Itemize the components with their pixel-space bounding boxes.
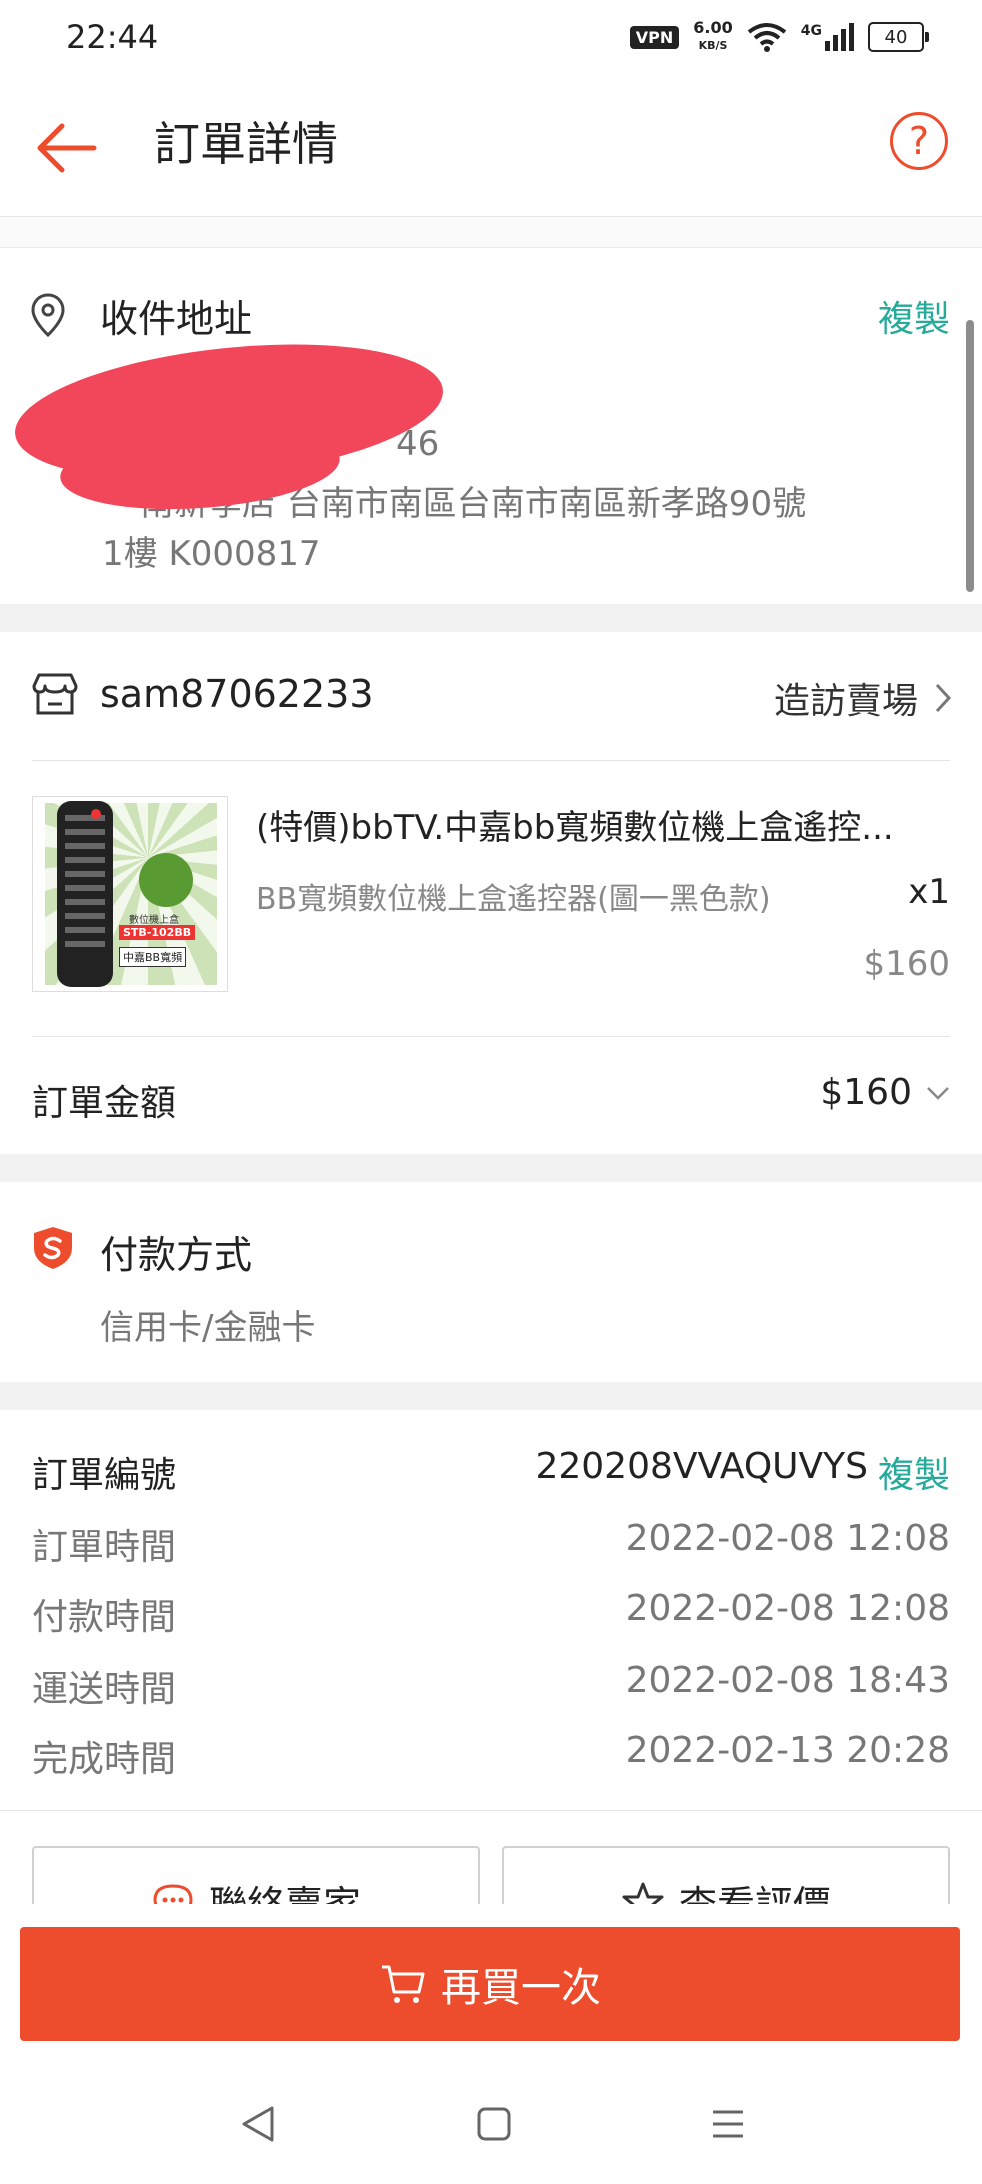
- product-variation: BB寬頻數位機上盒遙控器(圖一黑色款): [256, 882, 771, 917]
- product-image-box: 中嘉BB寬頻: [119, 947, 187, 967]
- status-bar: 22:44 VPN 6.00 KB/S 4G 40: [0, 0, 982, 78]
- buy-again-button[interactable]: 再買一次: [20, 1927, 960, 2041]
- network-speed: 6.00 KB/S: [693, 20, 732, 54]
- shipping-time-value: 2022-02-08 18:43: [625, 1660, 950, 1701]
- green-ball: [139, 853, 193, 907]
- location-pin-icon: [31, 293, 65, 338]
- shopee-guarantee-icon: [34, 1227, 72, 1269]
- completion-time-value: 2022-02-13 20:28: [625, 1730, 950, 1771]
- order-number-label: 訂單編號: [32, 1455, 177, 1496]
- status-time: 22:44: [66, 18, 159, 56]
- address-card: 收件地址 複製 46 南新孝店 台南市南區台南市南區新孝路90號 1樓 K000…: [0, 248, 982, 604]
- shop-icon: [32, 673, 78, 715]
- chevron-down-icon: [927, 1086, 949, 1100]
- header-shadow: [0, 217, 982, 248]
- address-copy-button[interactable]: 複製: [878, 290, 950, 342]
- help-icon[interactable]: ?: [890, 112, 948, 170]
- vpn-badge: VPN: [629, 25, 680, 49]
- speed-unit: KB/S: [698, 39, 728, 52]
- product-title[interactable]: (特價)bbTV.中嘉bb寬頻數位機上盒遙控...: [256, 800, 952, 849]
- status-icons: VPN 6.00 KB/S 4G 40: [629, 20, 929, 54]
- order-number-copy-button[interactable]: 複製: [878, 1446, 950, 1498]
- back-arrow-icon[interactable]: [34, 118, 98, 178]
- speed-value: 6.00: [693, 18, 733, 37]
- order-info-divider: [0, 1810, 982, 1811]
- order-time-label: 訂單時間: [32, 1527, 177, 1568]
- app-header: 訂單詳情 ?: [0, 78, 982, 217]
- product-image-label-top: 數位機上盒: [129, 915, 179, 926]
- payment-title: 付款方式: [100, 1233, 253, 1277]
- nav-menu-icon[interactable]: [710, 2106, 746, 2142]
- payment-time-value: 2022-02-08 12:08: [625, 1588, 950, 1629]
- address-line2: 1樓 K000817: [102, 534, 321, 574]
- page-title: 訂單詳情: [154, 117, 338, 171]
- remote-shape: [57, 801, 113, 987]
- shipping-time-label: 運送時間: [32, 1669, 177, 1710]
- chevron-right-icon: [935, 683, 952, 713]
- battery-level: 40: [884, 26, 908, 48]
- shop-name[interactable]: sam87062233: [100, 672, 374, 716]
- network-type: 4G: [800, 23, 822, 39]
- completion-time-label: 完成時間: [32, 1739, 177, 1780]
- order-info-card: 訂單編號 220208VVAQUVYS 複製 訂單時間 2022-02-08 1…: [0, 1410, 982, 1936]
- product-image-model: STB-102BB: [119, 925, 196, 940]
- cellular-signal-icon: 4G: [801, 23, 854, 51]
- shop-card: sam87062233 造訪賣場 數位機上盒 STB-102BB 中嘉BB寬頻 …: [0, 632, 982, 1154]
- product-divider: [32, 1036, 950, 1037]
- order-number-value: 220208VVAQUVYS: [535, 1446, 868, 1487]
- nav-back-icon[interactable]: [240, 2104, 276, 2144]
- order-time-value: 2022-02-08 12:08: [625, 1518, 950, 1559]
- cart-icon: [382, 1965, 425, 2003]
- order-total-toggle[interactable]: $160: [820, 1072, 950, 1113]
- buy-again-label: 再買一次: [441, 1965, 601, 2011]
- shop-divider: [32, 760, 950, 761]
- payment-method: 信用卡/金融卡: [100, 1308, 316, 1348]
- visit-shop-label: 造訪賣場: [773, 681, 918, 722]
- address-title: 收件地址: [100, 297, 253, 341]
- scrollbar[interactable]: [966, 320, 974, 592]
- order-total-label: 訂單金額: [32, 1083, 177, 1124]
- battery-icon: 40: [868, 22, 929, 52]
- wifi-icon: [747, 23, 786, 52]
- product-quantity: x1: [908, 872, 950, 912]
- product-price: $160: [863, 944, 950, 984]
- payment-time-label: 付款時間: [32, 1597, 177, 1638]
- visit-shop-link[interactable]: 造訪賣場: [774, 672, 952, 724]
- order-number-group: 220208VVAQUVYS 複製: [535, 1446, 950, 1498]
- payment-card: 付款方式 信用卡/金融卡: [0, 1182, 982, 1382]
- product-image[interactable]: 數位機上盒 STB-102BB 中嘉BB寬頻: [32, 796, 228, 992]
- order-total-value: $160: [820, 1072, 912, 1113]
- nav-home-icon[interactable]: [476, 2106, 512, 2142]
